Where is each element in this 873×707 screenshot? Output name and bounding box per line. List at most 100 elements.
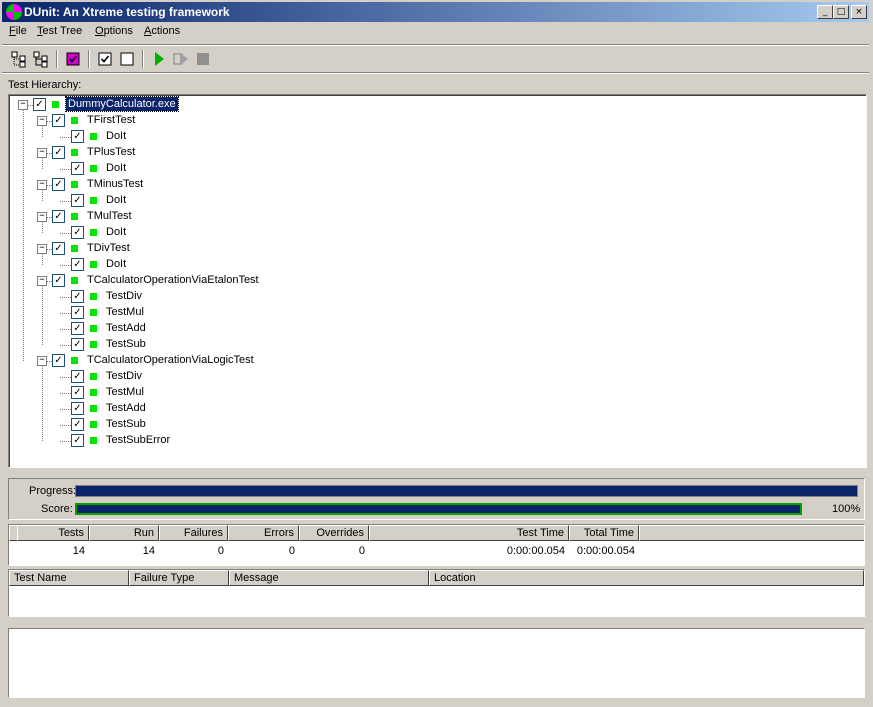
stats-header-run[interactable]: Run — [89, 525, 159, 541]
test-checkbox[interactable]: ✓ — [52, 210, 65, 223]
close-button[interactable]: × — [851, 5, 867, 19]
minimize-button[interactable]: _ — [817, 5, 833, 19]
test-checkbox[interactable]: ✓ — [71, 290, 84, 303]
failure-list[interactable]: Test Name Failure Type Message Location — [8, 569, 865, 617]
tree-test[interactable]: ✓ DoIt — [9, 257, 866, 273]
tree-node-label[interactable]: TestSub — [104, 417, 148, 431]
tree-node-label[interactable]: TPlusTest — [85, 145, 137, 159]
tree-node-label[interactable]: TCalculatorOperationViaEtalonTest — [85, 273, 261, 287]
test-status-icon — [90, 229, 97, 236]
tree-test[interactable]: ✓ TestMul — [9, 385, 866, 401]
test-checkbox[interactable]: ✓ — [71, 306, 84, 319]
menu-file[interactable]: File — [9, 25, 27, 37]
tree-node-label[interactable]: TestAdd — [104, 321, 148, 335]
test-checkbox[interactable]: ✓ — [71, 386, 84, 399]
tree-test[interactable]: ✓ DoIt — [9, 161, 866, 177]
stats-header-failures[interactable]: Failures — [159, 525, 228, 541]
tree-test[interactable]: ✓ TestSub — [9, 417, 866, 433]
tree-node-label[interactable]: DoIt — [104, 257, 128, 271]
menu-options[interactable]: Options — [95, 25, 133, 37]
tree-root[interactable]: − ✓ DummyCalculator.exe — [9, 96, 866, 113]
test-checkbox[interactable]: ✓ — [52, 146, 65, 159]
tree-node-label[interactable]: TCalculatorOperationViaLogicTest — [85, 353, 256, 367]
test-checkbox[interactable]: ✓ — [71, 402, 84, 415]
tree-node-label[interactable]: TestDiv — [104, 289, 144, 303]
test-checkbox[interactable]: ✓ — [71, 162, 84, 175]
tree-node-label[interactable]: TestAdd — [104, 401, 148, 415]
tree-node-label[interactable]: TestSub — [104, 337, 148, 351]
tree-test[interactable]: ✓ TestSub — [9, 337, 866, 353]
tree-node-label[interactable]: TestMul — [104, 385, 146, 399]
test-checkbox[interactable]: ✓ — [71, 258, 84, 271]
tree-suite[interactable]: − ✓ TCalculatorOperationViaLogicTest — [9, 353, 866, 369]
error-message-memo[interactable] — [8, 628, 865, 698]
tree-node-label[interactable]: DoIt — [104, 129, 128, 143]
menu-actions[interactable]: Actions — [144, 25, 180, 37]
failure-header-message[interactable]: Message — [229, 570, 429, 586]
check-all-icon[interactable] — [96, 50, 114, 68]
test-checkbox[interactable]: ✓ — [71, 130, 84, 143]
test-checkbox[interactable]: ✓ — [71, 418, 84, 431]
run-icon[interactable] — [150, 50, 168, 68]
stop-icon[interactable] — [194, 50, 212, 68]
deselect-all-icon[interactable] — [32, 50, 50, 68]
tree-test[interactable]: ✓ TestDiv — [9, 289, 866, 305]
tree-suite[interactable]: − ✓ TDivTest — [9, 241, 866, 257]
test-checkbox[interactable]: ✓ — [52, 274, 65, 287]
stats-header-test-time[interactable]: Test Time — [369, 525, 569, 541]
app-icon[interactable] — [6, 4, 22, 20]
menu-test-tree[interactable]: Test Tree — [37, 25, 82, 37]
failure-header-location[interactable]: Location — [429, 570, 864, 586]
tree-node-label[interactable]: TestMul — [104, 305, 146, 319]
maximize-button[interactable]: □ — [833, 5, 849, 19]
test-checkbox[interactable]: ✓ — [52, 242, 65, 255]
test-checkbox[interactable]: ✓ — [71, 338, 84, 351]
tree-test[interactable]: ✓ DoIt — [9, 225, 866, 241]
select-failed-icon[interactable] — [64, 50, 82, 68]
tree-connector — [42, 221, 43, 233]
tree-test[interactable]: ✓ TestAdd — [9, 401, 866, 417]
tree-suite[interactable]: − ✓ TMinusTest — [9, 177, 866, 193]
tree-node-label[interactable]: TestSubError — [104, 433, 172, 447]
tree-node-label[interactable]: TDivTest — [85, 241, 132, 255]
tree-test[interactable]: ✓ TestAdd — [9, 321, 866, 337]
test-checkbox[interactable]: ✓ — [52, 178, 65, 191]
stats-header-total-time[interactable]: Total Time — [569, 525, 639, 541]
test-checkbox[interactable]: ✓ — [71, 194, 84, 207]
tree-test[interactable]: ✓ DoIt — [9, 129, 866, 145]
tree-node-label[interactable]: TMulTest — [85, 209, 134, 223]
tree-node-label[interactable]: DummyCalculator.exe — [65, 96, 179, 112]
stats-header-tests[interactable]: Tests — [17, 525, 89, 541]
tree-suite[interactable]: − ✓ TFirstTest — [9, 113, 866, 129]
tree-suite[interactable]: − ✓ TMulTest — [9, 209, 866, 225]
tree-node-label[interactable]: DoIt — [104, 193, 128, 207]
title-bar[interactable]: DUnit: An Xtreme testing framework _ □ × — [2, 2, 869, 22]
tree-node-label[interactable]: DoIt — [104, 161, 128, 175]
run-selected-icon[interactable] — [172, 50, 190, 68]
tree-node-label[interactable]: TFirstTest — [85, 113, 137, 127]
tree-suite[interactable]: − ✓ TCalculatorOperationViaEtalonTest — [9, 273, 866, 289]
test-checkbox[interactable]: ✓ — [71, 434, 84, 447]
tree-test[interactable]: ✓ TestSubError — [9, 433, 866, 449]
tree-test[interactable]: ✓ TestDiv — [9, 369, 866, 385]
select-all-icon[interactable] — [10, 50, 28, 68]
failure-header-test-name[interactable]: Test Name — [9, 570, 129, 586]
tree-test[interactable]: ✓ DoIt — [9, 193, 866, 209]
tree-suite[interactable]: − ✓ TPlusTest — [9, 145, 866, 161]
uncheck-all-icon[interactable] — [118, 50, 136, 68]
tree-test[interactable]: ✓ TestMul — [9, 305, 866, 321]
test-checkbox[interactable]: ✓ — [71, 226, 84, 239]
stats-header-errors[interactable]: Errors — [228, 525, 299, 541]
test-tree[interactable]: − ✓ DummyCalculator.exe − ✓ TFirstTest ✓ DoIt − ✓… — [8, 94, 867, 468]
test-checkbox[interactable]: ✓ — [52, 114, 65, 127]
failure-header-failure-type[interactable]: Failure Type — [129, 570, 229, 586]
stats-header-overrides[interactable]: Overrides — [299, 525, 369, 541]
test-checkbox[interactable]: ✓ — [33, 98, 46, 111]
tree-node-label[interactable]: TMinusTest — [85, 177, 145, 191]
tree-node-label[interactable]: TestDiv — [104, 369, 144, 383]
tree-connector — [42, 365, 43, 441]
tree-node-label[interactable]: DoIt — [104, 225, 128, 239]
test-checkbox[interactable]: ✓ — [52, 354, 65, 367]
test-checkbox[interactable]: ✓ — [71, 322, 84, 335]
test-checkbox[interactable]: ✓ — [71, 370, 84, 383]
